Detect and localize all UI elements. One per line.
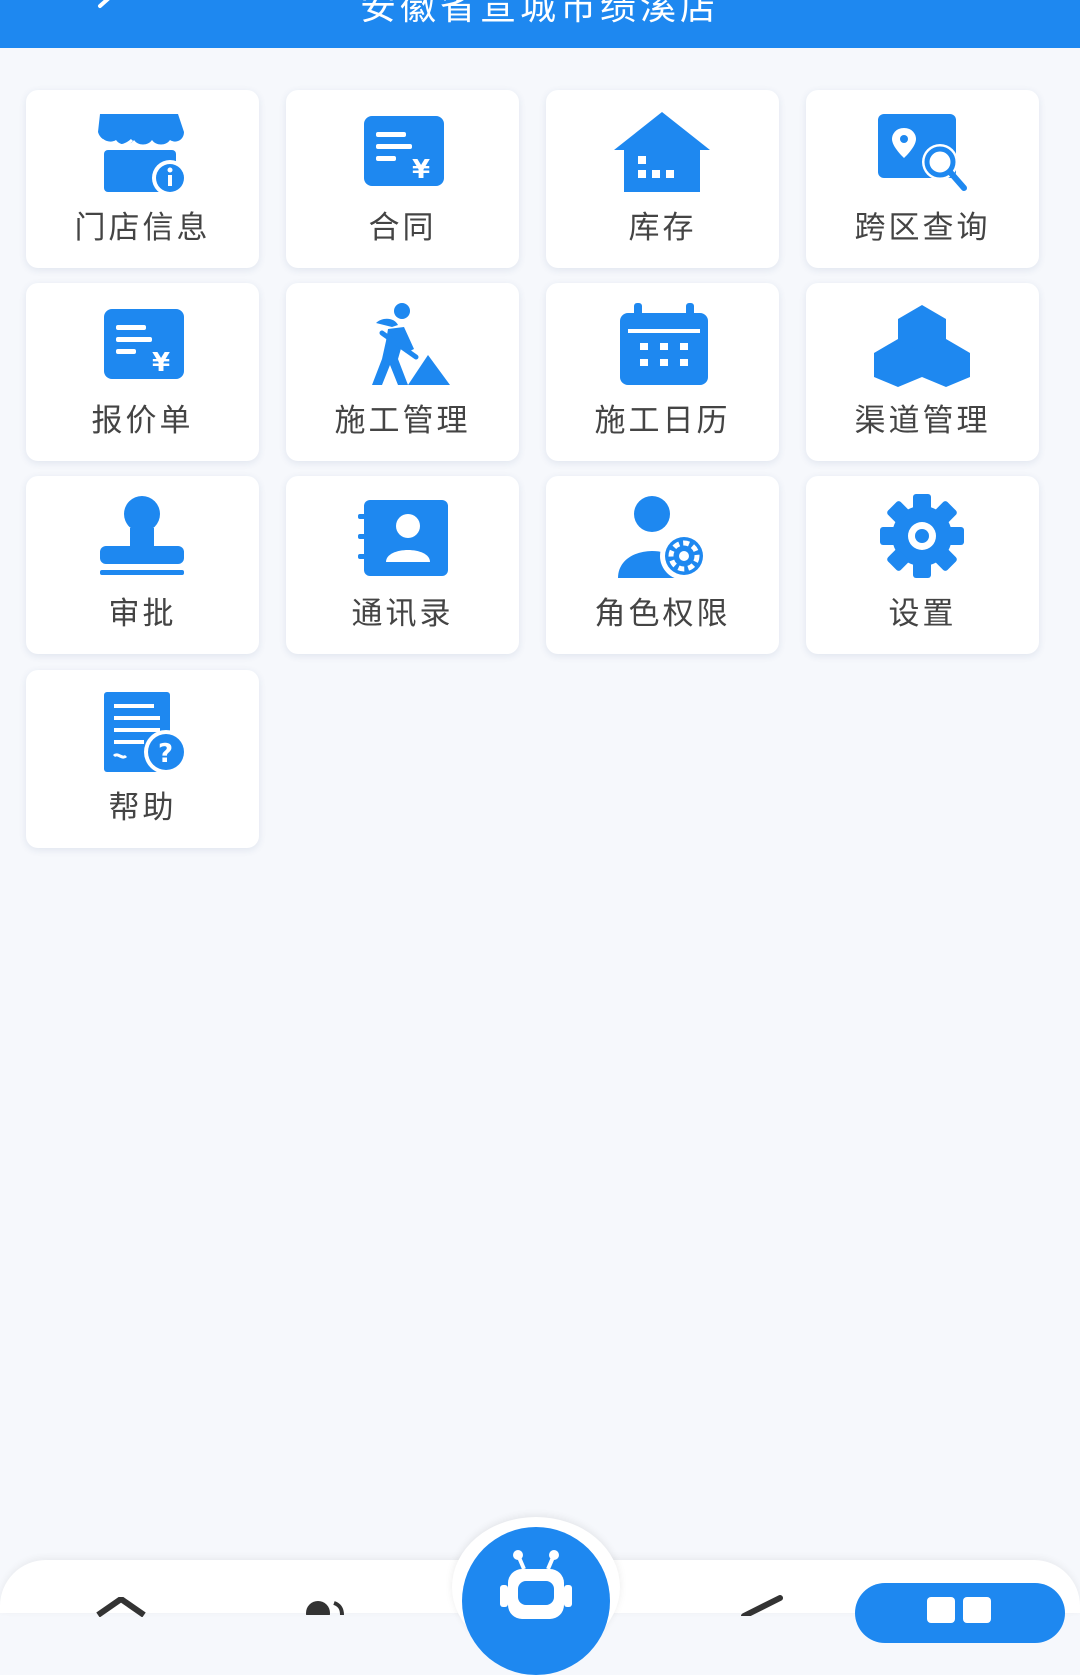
grid-item-store-info[interactable]: 门店信息 xyxy=(26,90,259,268)
grid-item-label: 帮助 xyxy=(108,790,177,826)
contacts-icon xyxy=(352,492,452,584)
help-document-icon: ? xyxy=(92,686,192,778)
grid-item-role-permissions[interactable]: 角色权限 xyxy=(546,476,779,654)
grid-item-label: 通讯录 xyxy=(351,596,454,632)
map-search-icon xyxy=(872,106,972,198)
page-title: 安徽省宣城市绩溪店 xyxy=(359,0,720,28)
grid-item-channel-management[interactable]: 渠道管理 xyxy=(806,283,1039,461)
grid-item-label: 施工管理 xyxy=(334,403,471,439)
person-icon[interactable] xyxy=(298,1595,350,1615)
warehouse-icon xyxy=(612,106,712,198)
quote-icon: ¥ xyxy=(92,299,192,391)
grid-item-label: 合同 xyxy=(368,210,437,246)
calendar-icon xyxy=(612,299,712,391)
grid-item-construction-calendar[interactable]: 施工日历 xyxy=(546,283,779,461)
grid-item-contacts[interactable]: 通讯录 xyxy=(286,476,519,654)
construction-worker-icon xyxy=(352,299,452,391)
channels-icon xyxy=(872,299,972,391)
grid-item-help[interactable]: ? 帮助 xyxy=(26,670,259,848)
svg-text:¥: ¥ xyxy=(412,155,430,185)
tab-workbench-active[interactable] xyxy=(855,1583,1065,1643)
store-info-icon xyxy=(92,106,192,198)
grid-item-label: 施工日历 xyxy=(594,403,731,439)
grid-item-inventory[interactable]: 库存 xyxy=(546,90,779,268)
contract-icon: ¥ xyxy=(352,106,452,198)
gear-icon xyxy=(872,492,972,584)
grid-item-label: 门店信息 xyxy=(74,210,211,246)
grid-item-cross-region-query[interactable]: 跨区查询 xyxy=(806,90,1039,268)
grid-item-label: 审批 xyxy=(108,596,177,632)
user-settings-icon xyxy=(612,492,712,584)
grid-icon xyxy=(927,1597,991,1623)
grid-item-label: 报价单 xyxy=(91,403,194,439)
grid-item-contract[interactable]: ¥ 合同 xyxy=(286,90,519,268)
grid-item-label: 设置 xyxy=(888,596,957,632)
grid-item-construction-management[interactable]: 施工管理 xyxy=(286,283,519,461)
top-header: 安徽省宣城市绩溪店 xyxy=(0,0,1080,48)
svg-text:?: ? xyxy=(158,739,173,769)
svg-text:¥: ¥ xyxy=(152,348,170,378)
grid-item-approval[interactable]: 审批 xyxy=(26,476,259,654)
stamp-icon xyxy=(92,492,192,584)
grid-item-label: 渠道管理 xyxy=(854,403,991,439)
assistant-button[interactable] xyxy=(452,1517,620,1675)
grid-item-settings[interactable]: 设置 xyxy=(806,476,1039,654)
grid-item-label: 库存 xyxy=(628,210,697,246)
home-icon[interactable] xyxy=(96,1597,146,1617)
robot-icon xyxy=(500,1550,572,1619)
grid-item-label: 角色权限 xyxy=(594,596,731,632)
grid-item-label: 跨区查询 xyxy=(854,210,991,246)
grid-item-quotation[interactable]: ¥ 报价单 xyxy=(26,283,259,461)
